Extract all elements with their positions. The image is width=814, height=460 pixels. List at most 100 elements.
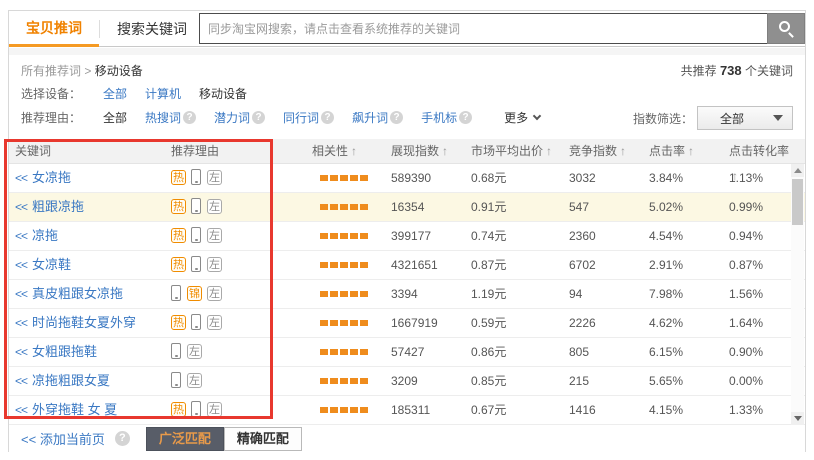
phone-icon (171, 372, 181, 388)
keyword-cell: << 女粗跟拖鞋 (15, 338, 171, 366)
hot-badge: 热 (171, 170, 186, 185)
tab-item-recommend[interactable]: 宝贝推词 (9, 11, 99, 47)
column-header-label: 展现指数 (391, 144, 439, 158)
column-header-label: 市场平均出价 (471, 144, 543, 158)
column-header-label: 点击率 (649, 144, 685, 158)
relevance-bars (312, 251, 391, 279)
add-current-page-link[interactable]: << 添加当前页 (21, 429, 105, 448)
scrollbar-thumb[interactable] (792, 179, 803, 225)
add-keyword-icon[interactable]: << (15, 403, 27, 417)
add-keyword-icon[interactable]: << (15, 345, 27, 359)
reason-option-4[interactable]: 飙升词? (352, 109, 403, 126)
column-header-6[interactable]: 竞争指数↑ (569, 139, 649, 163)
add-keyword-icon[interactable]: << (15, 229, 27, 243)
keyword-link[interactable]: 外穿拖鞋 女 夏 (32, 402, 117, 417)
add-keyword-icon[interactable]: << (15, 374, 27, 388)
keyword-link[interactable]: 时尚拖鞋女夏外穿 (32, 315, 136, 330)
device-option-0[interactable]: 全部 (103, 85, 127, 102)
sort-arrow-icon[interactable]: ↑ (688, 144, 694, 158)
ctr-cell: 3.84% (649, 164, 729, 192)
avg-price-cell: 0.91元 (471, 193, 569, 221)
help-icon[interactable]: ? (321, 111, 334, 124)
tab-label: 宝贝推词 (26, 18, 82, 38)
keyword-link[interactable]: 女凉拖 (32, 170, 71, 185)
search-input[interactable] (199, 13, 767, 44)
reason-option-1[interactable]: 热搜词? (145, 109, 196, 126)
add-keyword-icon[interactable]: << (15, 200, 27, 214)
relevance-bar-segment (350, 349, 358, 355)
help-icon[interactable]: ? (459, 111, 472, 124)
broad-match-button[interactable]: 广泛匹配 (146, 427, 224, 451)
sort-arrow-icon[interactable]: ↑ (442, 144, 448, 158)
relevance-bar-segment (350, 407, 358, 413)
breadcrumb-root[interactable]: 所有推荐词 (21, 64, 81, 78)
column-header-label: 点击转化率 (729, 144, 789, 158)
keyword-link[interactable]: 女粗跟拖鞋 (32, 344, 97, 359)
relevance-bar-segment (340, 291, 348, 297)
keyword-table: 关键词推荐理由相关性↑展现指数↑市场平均出价↑竞争指数↑点击率↑点击转化率↑ <… (9, 139, 805, 425)
keyword-link[interactable]: 真皮粗跟女凉拖 (32, 286, 123, 301)
reason-option-5[interactable]: 手机标? (421, 109, 472, 126)
relevance-bar-segment (320, 378, 328, 384)
keyword-link[interactable]: 凉拖 (32, 228, 58, 243)
device-options: 全部 计算机 移动设备 (103, 85, 265, 102)
reason-option-3[interactable]: 同行词? (283, 109, 334, 126)
device-option-2[interactable]: 移动设备 (199, 85, 247, 102)
column-header-3[interactable]: 相关性↑ (312, 139, 391, 163)
index-filter: 指数筛选： 全部 (633, 106, 793, 130)
relevance-bar-segment (320, 262, 328, 268)
impressions-cell: 185311 (391, 396, 471, 424)
hot-badge: 热 (171, 228, 186, 243)
scroll-up-button[interactable] (791, 164, 804, 177)
keyword-link[interactable]: 凉拖粗跟女夏 (32, 373, 110, 388)
relevance-bar-segment (350, 291, 358, 297)
add-keyword-icon[interactable]: << (15, 287, 27, 301)
reason-cell: 热左 (171, 309, 312, 337)
left-badge: 左 (207, 286, 222, 301)
relevance-bars (312, 164, 391, 192)
relevance-bar-segment (360, 291, 368, 297)
help-icon[interactable]: ? (115, 431, 130, 446)
column-header-8[interactable]: 点击转化率↑ (729, 139, 789, 163)
add-keyword-icon[interactable]: << (15, 258, 27, 272)
reason-option-2[interactable]: 潜力词? (214, 109, 265, 126)
tab-search-keywords[interactable]: 搜索关键词 (100, 11, 204, 46)
index-filter-dropdown[interactable]: 全部 (697, 106, 793, 130)
reason-cell: 热左 (171, 251, 312, 279)
more-dropdown[interactable]: 更多 (504, 109, 540, 126)
reason-option-label: 飙升词 (352, 109, 388, 126)
sort-arrow-icon[interactable]: ↑ (351, 144, 357, 158)
reason-option-0[interactable]: 全部 (103, 109, 127, 126)
tab-label: 搜索关键词 (117, 19, 187, 39)
search-button[interactable] (767, 13, 805, 44)
device-option-1[interactable]: 计算机 (145, 85, 181, 102)
cvr-cell: 1.64% (729, 309, 789, 337)
help-icon[interactable]: ? (252, 111, 265, 124)
help-icon[interactable]: ? (183, 111, 196, 124)
help-icon[interactable]: ? (390, 111, 403, 124)
sort-arrow-icon[interactable]: ↑ (620, 144, 626, 158)
relevance-bar-segment (350, 378, 358, 384)
impressions-cell: 4321651 (391, 251, 471, 279)
exact-match-button[interactable]: 精确匹配 (224, 427, 302, 451)
keyword-link[interactable]: 女凉鞋 (32, 257, 71, 272)
keyword-link[interactable]: 粗跟凉拖 (32, 199, 84, 214)
add-keyword-icon[interactable]: << (15, 171, 27, 185)
reason-filter-label: 推荐理由： (21, 109, 103, 126)
sort-arrow-icon[interactable]: ↑ (546, 144, 552, 158)
avg-price-cell: 0.85元 (471, 367, 569, 395)
scroll-down-button[interactable] (791, 412, 804, 425)
table-row: <<真皮粗跟女凉拖锦左33941.19元947.98%1.56% (9, 280, 805, 309)
cvr-cell: 0.94% (729, 222, 789, 250)
impressions-cell: 589390 (391, 164, 471, 192)
column-header-7[interactable]: 点击率↑ (649, 139, 729, 163)
relevance-bar-segment (330, 204, 338, 210)
relevance-bar-segment (360, 349, 368, 355)
relevance-bar-segment (350, 262, 358, 268)
add-keyword-icon[interactable]: << (15, 316, 27, 330)
column-header-4[interactable]: 展现指数↑ (391, 139, 471, 163)
keyword-cell: << 女凉拖 (15, 164, 171, 192)
keyword-cell: << 女凉鞋 (15, 251, 171, 279)
column-header-label: 相关性 (312, 144, 348, 158)
column-header-5[interactable]: 市场平均出价↑ (471, 139, 569, 163)
